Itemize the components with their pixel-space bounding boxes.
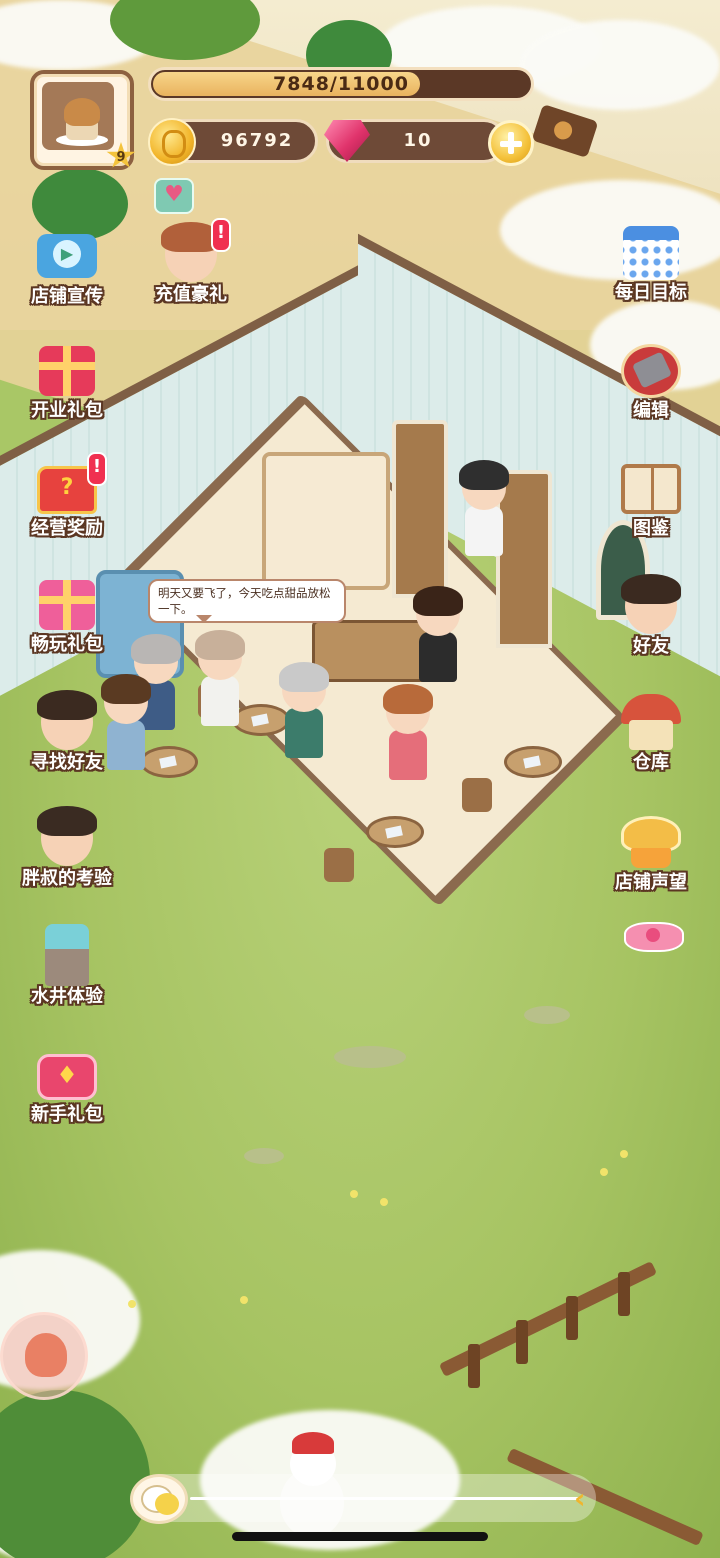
chevron-left-icon[interactable]: ‹ [574,1484,598,1514]
opening-gift-button[interactable]: 开业礼包 [12,338,122,422]
well-experience-button[interactable]: 水井体验 [12,924,122,1008]
xp-progress-bar: 7848/11000 [148,67,534,101]
collection-button[interactable]: 图鉴 [596,456,706,540]
stepping-stone [244,1148,284,1164]
cafe-table[interactable] [504,746,562,778]
girl-face-icon [161,222,221,282]
fence-post [516,1320,528,1364]
chat-divider [190,1497,580,1500]
fence-post [566,1296,578,1340]
warehouse-icon [621,694,681,752]
daily-goals-button[interactable]: 每日目标 [596,220,706,304]
uncle-challenge-button[interactable]: 胖叔的考验 [12,806,122,890]
play-gift-button[interactable]: 畅玩礼包 [12,572,122,656]
alert-icon [87,452,107,486]
recharge-gift-button[interactable]: 充值豪礼 [136,218,246,306]
cafe-table[interactable] [140,746,198,778]
cafe-chair [324,848,354,882]
uncle-face-icon [37,806,97,866]
shop-door[interactable] [392,420,448,598]
newbie-gift-button[interactable]: 新手礼包 [12,1042,122,1126]
fence-post [618,1272,630,1316]
flower [620,1150,628,1158]
chef[interactable] [459,460,509,556]
flower [128,1300,136,1308]
customer-old-man[interactable] [279,662,329,758]
calendar-icon [623,226,679,280]
cloud [520,20,720,110]
cafe-table[interactable] [366,816,424,848]
alert-icon [211,218,231,252]
waitress[interactable] [413,586,463,682]
well-icon [45,924,89,986]
add-gems-button[interactable] [488,120,534,166]
stepping-stone [524,1006,570,1024]
business-reward-button[interactable]: 经营奖励 [12,452,122,540]
flower [240,1296,248,1304]
bow-icon[interactable] [624,916,684,962]
gift-icon [39,580,95,630]
flower [380,1198,388,1206]
gem-bag-icon [37,1054,97,1100]
chat-icon[interactable] [130,1474,188,1524]
friends-icon [621,574,681,634]
home-indicator[interactable] [232,1532,488,1541]
coin-icon [148,118,196,166]
display-case[interactable] [262,452,390,590]
camera-icon [37,234,97,278]
muffin-icon [621,816,681,870]
flower [600,1168,608,1176]
shop-owner-girl[interactable] [383,684,433,780]
muffin-icon [64,98,100,126]
gem-value: 10 [403,130,433,151]
flower [350,1190,358,1198]
find-friends-icon [37,690,97,750]
bird-icon[interactable] [0,1312,88,1400]
gift-box-icon [39,346,95,396]
customer-woman[interactable] [195,630,245,726]
stepping-stone [334,1046,406,1068]
find-friends-button[interactable]: 寻找好友 [12,690,122,774]
book-icon [621,464,681,514]
warehouse-button[interactable]: 仓库 [596,690,706,774]
edit-button[interactable]: 编辑 [596,338,706,422]
speech-bubble: 明天又要飞了，今天吃点甜品放松一下。 [148,579,346,623]
cafe-chair [462,778,492,812]
xp-progress-text: 7848/11000 [273,73,409,95]
shop-reputation-button[interactable]: 店铺声望 [596,810,706,894]
coin-value: 96792 [220,130,294,151]
tools-icon [621,344,681,398]
heart-icon[interactable] [154,178,194,214]
friends-button[interactable]: 好友 [596,574,706,658]
shop-promotion-button[interactable]: 店铺宣传 [12,224,122,308]
fence-post [468,1344,480,1388]
